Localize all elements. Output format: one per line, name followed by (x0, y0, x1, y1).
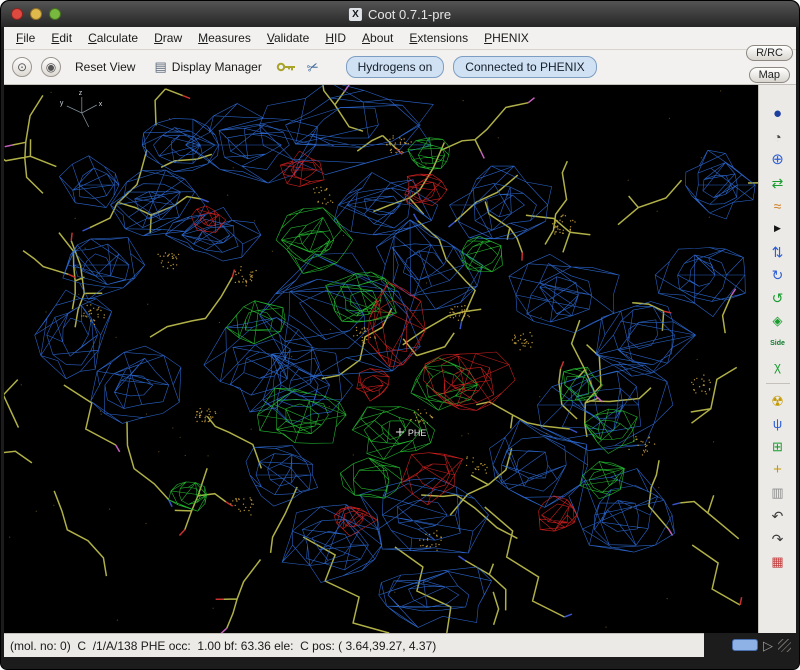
x11-icon: X (349, 8, 362, 21)
svg-text:y: y (60, 100, 64, 107)
run-refmac-icon[interactable]: ▦ (764, 551, 792, 572)
display-manager-icon: ▤ (154, 59, 166, 75)
auto-fit-rotamer-icon[interactable]: ↺ (764, 287, 792, 308)
model-sphere-icon[interactable]: ● (764, 103, 792, 124)
circle-ring-icon[interactable]: ◉ (41, 57, 61, 77)
menu-validate[interactable]: Validate (259, 29, 318, 47)
statusbar-triangle-icon[interactable]: ▷ (763, 639, 773, 652)
phenix-connection-button[interactable]: Connected to PHENIX (453, 56, 596, 78)
key-icon[interactable] (276, 61, 298, 73)
map-button[interactable]: Map (749, 67, 790, 83)
traffic-lights (1, 8, 61, 20)
residue-label: PHE (408, 428, 426, 438)
coot-window: X Coot 0.7.1-pre FileEditCalculateDrawMe… (0, 0, 800, 670)
menu-phenix[interactable]: PHENIX (476, 29, 537, 47)
rrc-button[interactable]: R/RC (746, 45, 793, 61)
menu-calculate[interactable]: Calculate (80, 29, 146, 47)
menu-bar: FileEditCalculateDrawMeasuresValidateHID… (4, 27, 796, 50)
title-bar[interactable]: X Coot 0.7.1-pre (1, 1, 799, 27)
side-chain-flip-icon[interactable]: Side (764, 333, 792, 354)
display-manager-button[interactable]: ▤ Display Manager (149, 56, 266, 78)
menu-hid[interactable]: HID (317, 29, 354, 47)
rotamers-icon[interactable]: ◈ (764, 310, 792, 331)
menu-draw[interactable]: Draw (146, 29, 190, 47)
status-bar: (mol. no: 0) C /1/A/138 PHE occ: 1.00 bf… (4, 633, 704, 657)
window-title: Coot 0.7.1-pre (368, 7, 451, 22)
toolbar: ⊙ ◉ Reset View ▤ Display Manager ✂ Hydro… (4, 50, 796, 85)
circle-dot-glyph: ⊙ (17, 60, 27, 74)
rotate-translate-icon[interactable]: ↻ (764, 264, 792, 285)
place-atom-icon[interactable]: + (764, 459, 792, 480)
status-text: (mol. no: 0) C /1/A/138 PHE occ: 1.00 bf… (10, 639, 436, 653)
menu-about[interactable]: About (354, 29, 401, 47)
add-alt-conf-icon[interactable]: ⊞ (764, 436, 792, 457)
edit-chi-angles-icon[interactable]: χ (764, 356, 792, 377)
circle-dot-icon[interactable]: ⊙ (12, 57, 32, 77)
undo-icon[interactable]: ↶ (764, 505, 792, 526)
menu-edit[interactable]: Edit (43, 29, 80, 47)
delete-cylinder-icon[interactable]: ▥ (764, 482, 792, 503)
rigid-body-icon[interactable]: ⇅ (764, 241, 792, 262)
resize-grip[interactable] (778, 639, 791, 652)
clock-icon[interactable]: ◔ (764, 126, 792, 147)
display-manager-label: Display Manager (172, 60, 262, 74)
redo-icon[interactable]: ↷ (764, 528, 792, 549)
regularize-icon[interactable]: ≈ (764, 195, 792, 216)
hydrogens-toggle-button[interactable]: Hydrogens on (346, 56, 445, 78)
window-frame-bottom (1, 657, 799, 670)
mutate-radiation-icon[interactable]: ☢ (764, 390, 792, 411)
molecule-viewport[interactable]: x y z PHE (4, 85, 758, 633)
toolbar-separator (766, 383, 790, 384)
scissors-icon[interactable]: ✂ (304, 57, 321, 77)
zoom-button[interactable] (49, 8, 61, 20)
svg-text:x: x (99, 101, 103, 108)
status-right-area: ▷ (704, 633, 796, 657)
play-triangle-icon[interactable]: ▶ (764, 218, 792, 239)
reset-view-button[interactable]: Reset View (70, 57, 140, 77)
right-toolbar: ●◔⊕⇄≈▶⇅↻↺◈Sideχ ☢ψ⊞+▥↶↷▦ (758, 85, 796, 633)
close-button[interactable] (11, 8, 23, 20)
svg-text:z: z (79, 90, 83, 97)
real-space-refine-icon[interactable]: ⇄ (764, 172, 792, 193)
menu-file[interactable]: File (8, 29, 43, 47)
window-title-area: X Coot 0.7.1-pre (349, 7, 451, 22)
minimize-button[interactable] (30, 8, 42, 20)
menu-measures[interactable]: Measures (190, 29, 259, 47)
scrollbar-thumb[interactable] (732, 639, 758, 651)
graphics-area[interactable]: x y z PHE (4, 85, 758, 633)
add-terminal-residue-icon[interactable]: ψ (764, 413, 792, 434)
move-crosshair-icon[interactable]: ⊕ (764, 149, 792, 170)
menu-extensions[interactable]: Extensions (401, 29, 476, 47)
circle-ring-glyph: ◉ (46, 60, 56, 74)
